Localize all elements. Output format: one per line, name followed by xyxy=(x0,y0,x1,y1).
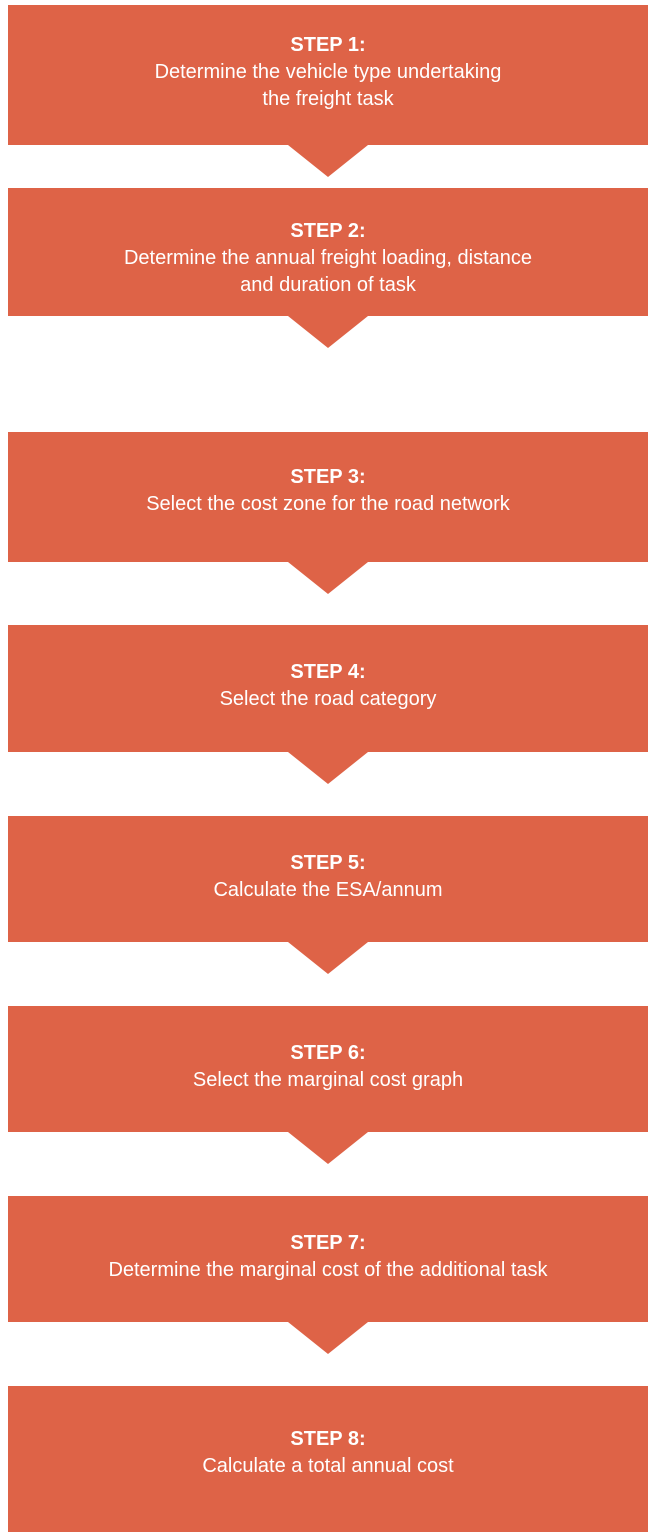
step-7-description: Determine the marginal cost of the addit… xyxy=(108,1259,548,1281)
step-1-description-line2: the freight task xyxy=(262,88,394,110)
step-6-text: STEP 6: Select the marginal cost graph xyxy=(8,1040,648,1094)
step-2: STEP 2: Determine the annual freight load… xyxy=(8,188,648,348)
step-1: STEP 1: Determine the vehicle type undert… xyxy=(8,5,648,177)
step-7: STEP 7: Determine the marginal cost of th… xyxy=(8,1196,648,1354)
step-5-description: Calculate the ESA/annum xyxy=(213,879,443,901)
step-4-title: STEP 4: xyxy=(290,661,366,683)
step-2-description: Determine the annual freight loading, di… xyxy=(123,247,533,269)
step-8: STEP 8: Calculate a total annual cost xyxy=(8,1386,648,1532)
step-5: STEP 5: Calculate the ESA/annum xyxy=(8,816,648,974)
step-3-description: Select the cost zone for the road networ… xyxy=(146,493,510,515)
step-3: STEP 3: Select the cost zone for the road… xyxy=(8,432,648,594)
step-8-text: STEP 8: Calculate a total annual cost xyxy=(8,1426,648,1480)
step-3-text: STEP 3: Select the cost zone for the road… xyxy=(8,464,648,518)
step-7-title: STEP 7: xyxy=(290,1232,366,1254)
step-6-title: STEP 6: xyxy=(290,1042,366,1064)
step-5-text: STEP 5: Calculate the ESA/annum xyxy=(8,850,648,904)
step-2-title: STEP 2: xyxy=(290,220,366,242)
step-1-description: Determine the vehicle type undertaking xyxy=(154,61,502,83)
step-4: STEP 4: Select the road category xyxy=(8,625,648,784)
step-4-text: STEP 4: Select the road category xyxy=(8,659,648,713)
step-7-text: STEP 7: Determine the marginal cost of th… xyxy=(8,1230,648,1284)
step-1-title: STEP 1: xyxy=(290,34,366,56)
step-8-description: Calculate a total annual cost xyxy=(202,1455,454,1477)
step-4-description: Select the road category xyxy=(219,688,437,710)
step-2-text: STEP 2: Determine the annual freight load… xyxy=(8,218,648,299)
step-6: STEP 6: Select the marginal cost graph xyxy=(8,1006,648,1164)
step-2-description-line2: and duration of task xyxy=(240,274,416,296)
step-5-title: STEP 5: xyxy=(290,852,366,874)
step-8-title: STEP 8: xyxy=(290,1428,366,1450)
step-3-title: STEP 3: xyxy=(290,466,366,488)
step-6-description: Select the marginal cost graph xyxy=(192,1069,464,1091)
step-1-text: STEP 1: Determine the vehicle type undert… xyxy=(8,32,648,113)
